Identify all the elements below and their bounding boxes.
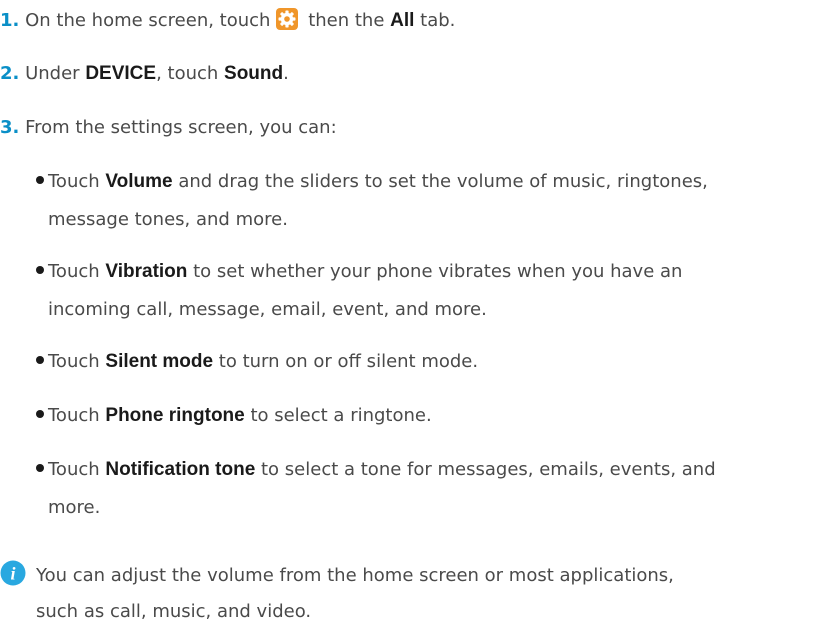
- bullet-text: to turn on or off silent mode.: [213, 351, 479, 372]
- step-text: tab.: [414, 10, 456, 31]
- bullet-continuation: incoming call, message, email, event, an…: [48, 299, 487, 320]
- step-number: 2.: [0, 63, 20, 84]
- bullet-item-volume: Touch Volume and drag the sliders to set…: [36, 170, 708, 194]
- bullet-text: Touch: [48, 459, 106, 480]
- bullet-text: to select a tone for messages, emails, e…: [255, 459, 716, 480]
- step-text: On the home screen, touch: [19, 10, 271, 31]
- step-number: 1.: [0, 10, 20, 31]
- bullet-text: Touch: [48, 405, 106, 426]
- bullet-bold-text: Silent mode: [105, 351, 214, 372]
- bullet-text: and drag the sliders to set the volume o…: [172, 171, 708, 192]
- step-bold-text: DEVICE: [85, 63, 157, 84]
- step-1: 1. On the home screen, touch then the Al…: [0, 8, 455, 33]
- bullet-dot: [36, 266, 44, 274]
- svg-text:i: i: [10, 564, 15, 584]
- bullet-bold-text: Phone ringtone: [105, 405, 245, 426]
- bullet-item-vibration: Touch Vibration to set whether your phon…: [36, 260, 682, 284]
- step-text: then the: [302, 10, 391, 31]
- bullet-dot: [36, 410, 44, 418]
- info-icon: i: [0, 560, 26, 586]
- step-text: .: [283, 63, 289, 84]
- bullet-bold-text: Volume: [105, 171, 173, 192]
- step-text: , touch: [156, 63, 225, 84]
- note-line-2: such as call, music, and video.: [36, 601, 312, 622]
- step-2: 2. Under DEVICE, touch Sound.: [0, 62, 289, 86]
- step-text: Under: [19, 63, 86, 84]
- bullet-dot: [36, 356, 44, 364]
- step-3: 3. From the settings screen, you can:: [0, 116, 337, 140]
- bullet-dot: [36, 176, 44, 184]
- step-bold-text: All: [390, 10, 415, 31]
- step-number: 3.: [0, 117, 20, 138]
- step-bold-text: Sound: [224, 63, 284, 84]
- bullet-item-phone-ringtone: Touch Phone ringtone to select a rington…: [36, 404, 432, 428]
- bullet-bold-text: Notification tone: [105, 459, 256, 480]
- bullet-dot: [36, 464, 44, 472]
- bullet-continuation: more.: [48, 497, 101, 518]
- step-text: From the settings screen, you can:: [19, 117, 337, 138]
- bullet-item-silent-mode: Touch Silent mode to turn on or off sile…: [36, 350, 478, 374]
- settings-gear-icon: [276, 8, 299, 30]
- bullet-text: Touch: [48, 351, 106, 372]
- bullet-item-notification-tone: Touch Notification tone to select a tone…: [36, 458, 716, 482]
- note-line-1: You can adjust the volume from the home …: [36, 565, 674, 586]
- bullet-bold-text: Vibration: [105, 261, 188, 282]
- bullet-text: Touch: [48, 171, 106, 192]
- bullet-text: Touch: [48, 261, 106, 282]
- bullet-text: to set whether your phone vibrates when …: [187, 261, 683, 282]
- bullet-text: to select a ringtone.: [244, 405, 432, 426]
- bullet-continuation: message tones, and more.: [48, 209, 288, 230]
